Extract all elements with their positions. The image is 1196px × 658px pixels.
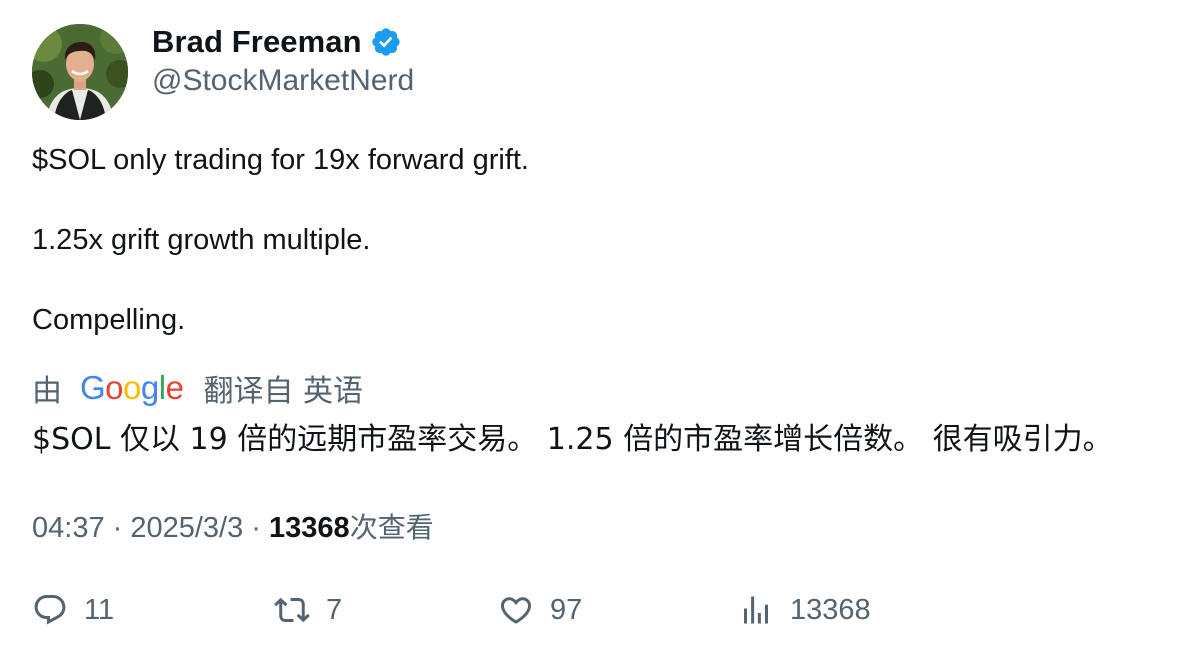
author-name[interactable]: Brad Freeman — [152, 24, 362, 60]
heart-icon — [500, 597, 532, 624]
tweet-author: Brad Freeman @StockMarketNerd — [152, 22, 414, 98]
tweet-text-line-1: $SOL only trading for 19x forward grift. — [32, 144, 529, 176]
retweet-button[interactable]: 7 — [274, 592, 342, 628]
tweet-time[interactable]: 04:37 — [32, 512, 105, 544]
retweet-icon — [274, 597, 310, 623]
reply-icon — [34, 595, 66, 625]
translation-prefix: 由 — [32, 374, 62, 409]
translation-suffix[interactable]: 翻译自 英语 — [203, 366, 363, 410]
analytics-icon — [744, 596, 768, 624]
tweet-text-line-3: Compelling. — [32, 304, 186, 336]
views-button[interactable]: 13368 — [738, 592, 871, 628]
translation-attribution: 由 Google 翻译自 英语 — [32, 366, 363, 410]
action-bar: 11 7 97 13368 — [32, 592, 1132, 632]
translated-text: $SOL 仅以 19 倍的远期市盈率交易。 1.25 倍的市盈率增长倍数。 很有… — [32, 422, 1113, 457]
meta-separator: · — [243, 512, 270, 544]
verified-badge-icon[interactable] — [370, 26, 402, 58]
avatar[interactable] — [32, 24, 128, 120]
tweet-meta: 04:37 · 2025/3/3 · 13368次查看 — [32, 506, 434, 546]
like-button[interactable]: 97 — [498, 592, 582, 628]
reply-button[interactable]: 11 — [32, 592, 114, 628]
views-action-count: 13368 — [790, 593, 871, 626]
author-handle[interactable]: @StockMarketNerd — [152, 64, 414, 98]
meta-separator: · — [104, 512, 131, 544]
avatar-image — [32, 24, 128, 120]
retweet-count: 7 — [326, 593, 343, 626]
views-label: 次查看 — [349, 511, 434, 544]
reply-count: 11 — [84, 593, 115, 626]
google-logo[interactable]: Google — [80, 369, 184, 407]
tweet-date[interactable]: 2025/3/3 — [130, 512, 243, 544]
like-count: 97 — [550, 593, 583, 626]
views-count: 13368 — [269, 512, 350, 544]
tweet-text-line-2: 1.25x grift growth multiple. — [32, 224, 371, 256]
